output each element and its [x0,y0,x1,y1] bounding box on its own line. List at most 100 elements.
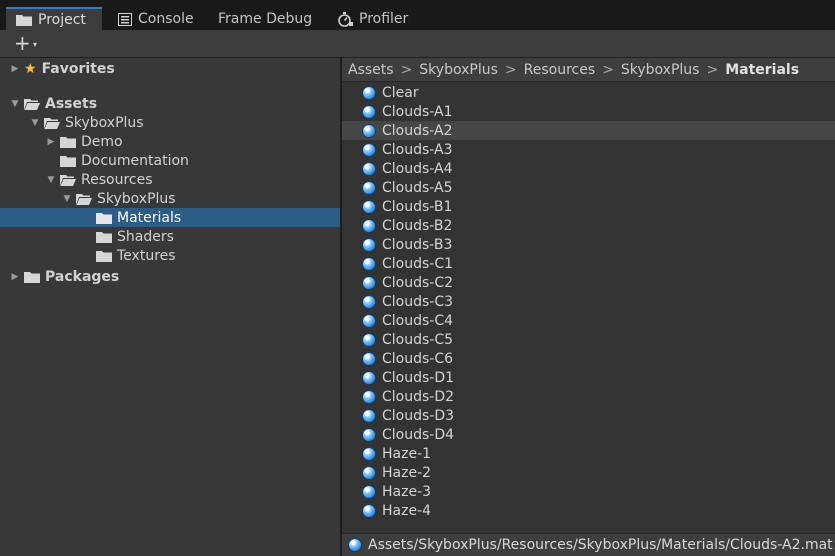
tab-frame-debug[interactable]: Frame Debug [208,8,318,30]
asset-item[interactable]: Haze-2 [342,463,835,482]
asset-item[interactable]: Clouds-C4 [342,311,835,330]
tab-project[interactable]: Project [6,7,102,30]
asset-item[interactable]: Clouds-C1 [342,254,835,273]
folder-icon [60,136,76,148]
profiler-icon [338,11,353,27]
material-icon [362,446,376,461]
material-icon [362,104,376,119]
tree-item-documentation[interactable]: Documentation [0,151,340,170]
asset-item[interactable]: Haze-4 [342,501,835,520]
asset-item-label: Clouds-C6 [382,350,454,367]
selected-asset-path-bar: Assets/SkyboxPlus/Resources/SkyboxPlus/M… [342,533,835,556]
asset-item-label: Clouds-C5 [382,331,454,348]
asset-item-label: Clouds-A1 [382,103,453,120]
asset-item-label: Clouds-A5 [382,179,453,196]
tree-item-skyboxplus-resources[interactable]: ▼ SkyboxPlus [0,189,340,208]
tree-item-skyboxplus[interactable]: ▼ SkyboxPlus [0,113,340,132]
expanded-arrow-icon[interactable]: ▼ [30,118,40,128]
breadcrumb-item-materials[interactable]: Materials [725,62,799,78]
asset-item-label: Clouds-B1 [382,198,453,215]
folder-icon [16,14,32,26]
asset-item[interactable]: Haze-3 [342,482,835,501]
asset-list: Clear Clouds-A1 Clouds-A2 Clouds-A3 Clouds-A… [342,82,835,533]
asset-item-label: Clear [382,84,419,101]
breadcrumb-item-skyboxplus[interactable]: SkyboxPlus [419,62,498,78]
collapsed-arrow-icon[interactable]: ▶ [46,137,56,147]
asset-item[interactable]: Clouds-B1 [342,197,835,216]
tree-item-resources[interactable]: ▼ Resources [0,170,340,189]
add-button[interactable]: + [14,32,31,54]
asset-item[interactable]: Clouds-C5 [342,330,835,349]
asset-item-label: Clouds-A4 [382,160,453,177]
material-icon [348,538,362,552]
tree-item-favorites[interactable]: ▶ ★ Favorites [0,59,340,78]
tree-item-packages[interactable]: ▶ Packages [0,267,340,286]
breadcrumb-item-resources[interactable]: Resources [524,62,596,78]
asset-item[interactable]: Clouds-A5 [342,178,835,197]
asset-item-label: Haze-2 [382,464,432,481]
asset-item[interactable]: Clouds-D3 [342,406,835,425]
folder-open-icon [76,193,92,205]
asset-item[interactable]: Clouds-D2 [342,387,835,406]
tab-profiler[interactable]: Profiler [328,8,428,30]
expanded-arrow-icon[interactable]: ▼ [10,99,20,109]
folder-tree-panel: ▶ ★ Favorites ▼ Assets ▼ SkyboxPlus ▶ De… [0,58,340,556]
folder-icon [24,271,40,283]
material-icon [362,408,376,423]
breadcrumb-separator: > [400,61,413,78]
tree-item-textures[interactable]: Textures [0,246,340,265]
breadcrumb-separator: > [504,61,517,78]
asset-item[interactable]: Clouds-B2 [342,216,835,235]
expanded-arrow-icon[interactable]: ▼ [46,175,56,185]
asset-item[interactable]: Clouds-D4 [342,425,835,444]
tab-label: Frame Debug [218,11,313,27]
asset-item-label: Clouds-D4 [382,426,455,443]
tree-item-label: Shaders [117,228,174,245]
asset-item[interactable]: Clear [342,83,835,102]
material-icon [362,256,376,271]
asset-item[interactable]: Clouds-A1 [342,102,835,121]
asset-item-label: Clouds-A3 [382,141,453,158]
tab-label: Profiler [359,11,409,27]
folder-icon [96,212,112,224]
asset-item[interactable]: Haze-1 [342,444,835,463]
tab-console[interactable]: Console [108,8,208,30]
asset-item[interactable]: Clouds-C3 [342,292,835,311]
asset-item[interactable]: Clouds-A4 [342,159,835,178]
asset-item[interactable]: Clouds-A2 [342,121,835,140]
project-toolbar: + ▾ [0,30,835,58]
tree-item-materials[interactable]: Materials [0,208,340,227]
tree-item-assets[interactable]: ▼ Assets [0,94,340,113]
breadcrumb-item-assets[interactable]: Assets [348,62,394,78]
window-tab-bar: Project Console Frame Debug Profiler [0,0,835,30]
asset-item[interactable]: Clouds-A3 [342,140,835,159]
star-icon: ★ [24,60,37,77]
material-icon [362,218,376,233]
asset-item[interactable]: Clouds-C2 [342,273,835,292]
collapsed-arrow-icon[interactable]: ▶ [10,272,20,282]
material-icon [362,313,376,328]
asset-item-label: Clouds-C1 [382,255,454,272]
asset-item[interactable]: Clouds-C6 [342,349,835,368]
asset-item[interactable]: Clouds-B3 [342,235,835,254]
material-icon [362,199,376,214]
material-icon [362,351,376,366]
breadcrumb-item-skyboxplus-2[interactable]: SkyboxPlus [621,62,700,78]
tree-item-shaders[interactable]: Shaders [0,227,340,246]
asset-item-label: Clouds-B3 [382,236,453,253]
material-icon [362,142,376,157]
material-icon [362,85,376,100]
asset-item-label: Clouds-C3 [382,293,454,310]
tab-label: Console [138,11,194,27]
material-icon [362,123,376,138]
asset-item[interactable]: Clouds-D1 [342,368,835,387]
asset-item-label: Clouds-A2 [382,122,453,139]
asset-item-label: Haze-4 [382,502,432,519]
add-dropdown-caret-icon[interactable]: ▾ [33,40,37,49]
collapsed-arrow-icon[interactable]: ▶ [10,64,20,74]
expanded-arrow-icon[interactable]: ▼ [62,194,72,204]
folder-open-icon [60,174,76,186]
folder-open-icon [44,117,60,129]
tree-item-label: SkyboxPlus [97,190,176,207]
tree-item-demo[interactable]: ▶ Demo [0,132,340,151]
